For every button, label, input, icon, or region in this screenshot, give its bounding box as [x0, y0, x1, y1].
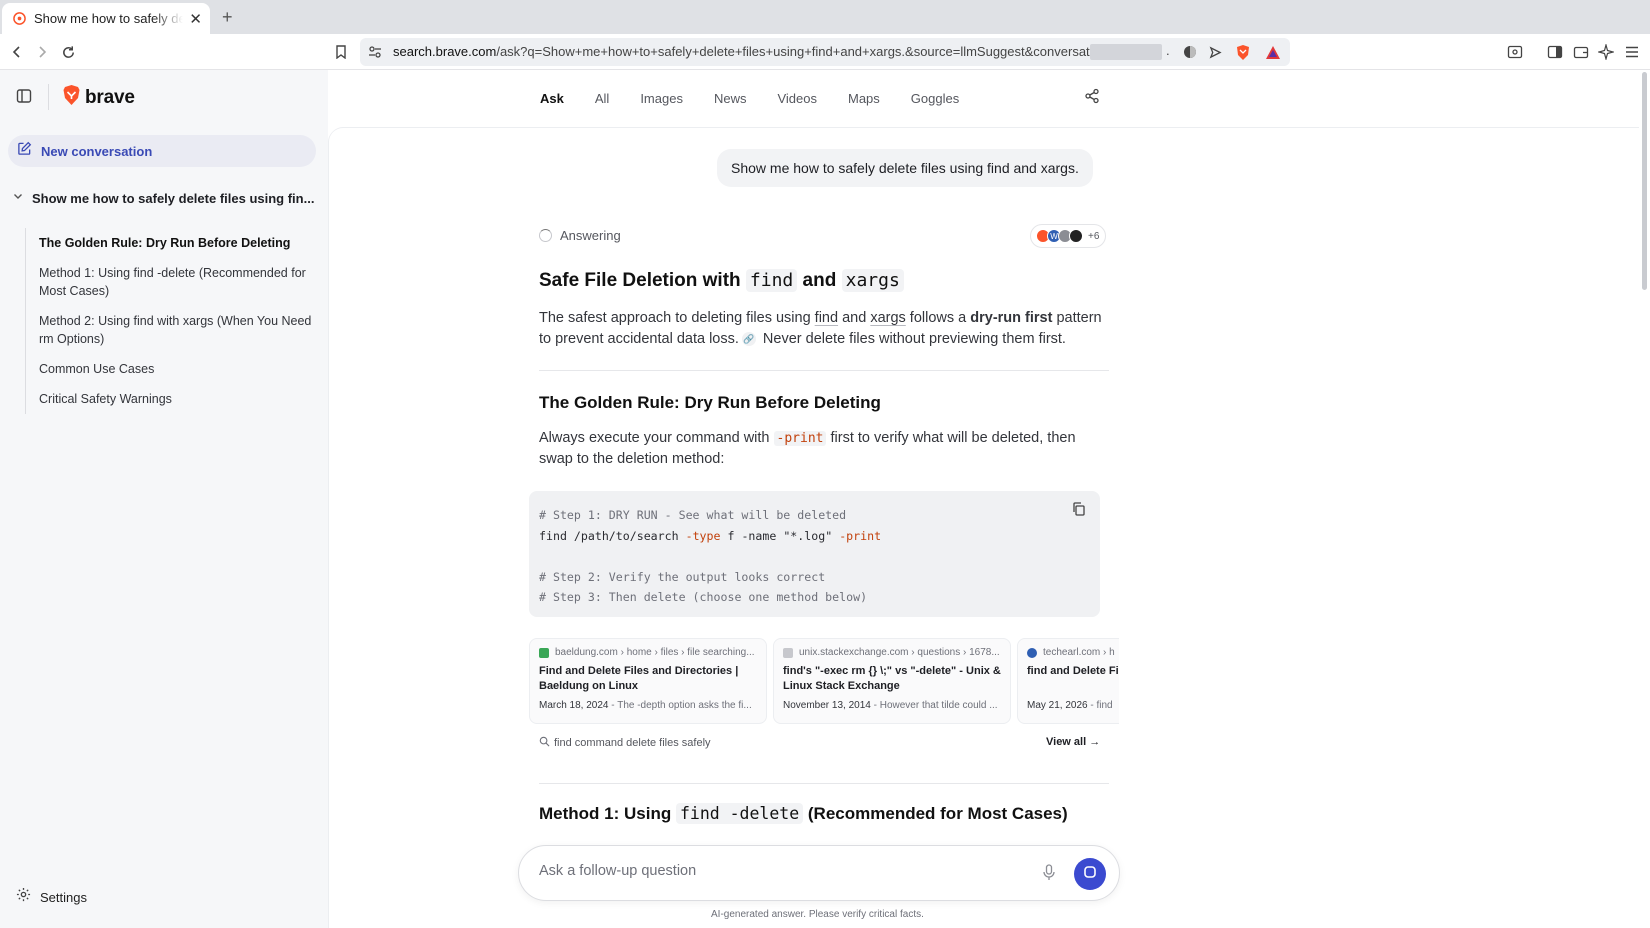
menu-icon[interactable]: [1621, 41, 1643, 63]
gear-icon: [16, 887, 31, 907]
toc-item-method-2[interactable]: Method 2: Using find with xargs (When Yo…: [26, 306, 325, 354]
answer-title: Safe File Deletion with find and xargs: [539, 269, 904, 292]
url-redacted-segment: [1090, 44, 1162, 60]
conversation-item[interactable]: Show me how to safely delete files using…: [12, 185, 318, 211]
sidebar-divider: [48, 84, 49, 110]
new-conversation-label: New conversation: [41, 143, 153, 159]
answering-status: Answering: [539, 228, 621, 243]
followup-box: [518, 845, 1120, 901]
source-card[interactable]: unix.stackexchange.com › questions › 167…: [773, 638, 1011, 724]
toc-item-common-use-cases[interactable]: Common Use Cases: [26, 354, 325, 384]
code-block: # Step 1: DRY RUN - See what will be del…: [529, 491, 1100, 617]
copy-icon[interactable]: [1072, 502, 1088, 518]
tab-news[interactable]: News: [714, 91, 747, 106]
site-settings-icon[interactable]: [364, 41, 386, 63]
arrow-right-icon: →: [1089, 736, 1101, 748]
browser-tab[interactable]: Show me how to safely delete files using…: [2, 3, 210, 34]
ai-disclaimer: AI-generated answer. Please verify criti…: [711, 909, 924, 920]
source-favicon-icon: [1069, 229, 1083, 243]
source-card[interactable]: techearl.com › h find and Delete Fi rm, …: [1017, 638, 1119, 724]
bookmark-icon[interactable]: [330, 41, 352, 63]
forward-icon[interactable]: [31, 41, 53, 63]
brave-logo[interactable]: brave: [62, 84, 135, 111]
reader-mode-icon[interactable]: [1179, 41, 1201, 63]
share-icon[interactable]: [1084, 88, 1104, 108]
stackexchange-favicon-icon: [783, 647, 793, 658]
tab-goggles[interactable]: Goggles: [911, 91, 959, 106]
golden-rule-text: Always execute your command with -print …: [539, 430, 1076, 467]
citation-link-icon[interactable]: 🔗: [741, 332, 756, 346]
source-card[interactable]: baeldung.com › home › files › file searc…: [529, 638, 767, 724]
brave-lion-icon: [62, 84, 81, 111]
scrollbar[interactable]: [1639, 70, 1650, 928]
screenshot-icon[interactable]: [1504, 41, 1526, 63]
sidebar-panel-icon[interactable]: [1544, 41, 1566, 63]
browser-toolbar: search.brave.com/ask?q=Show+me+how+to+sa…: [0, 34, 1650, 70]
sidebar: brave New conversation Show me how to sa…: [0, 70, 328, 928]
tab-maps[interactable]: Maps: [848, 91, 880, 106]
leo-ai-icon[interactable]: [1595, 41, 1617, 63]
tab-close-icon[interactable]: ✕: [189, 10, 202, 28]
related-query-link[interactable]: find command delete files safely: [539, 736, 711, 750]
tab-bar: Show me how to safely delete files using…: [0, 0, 1650, 34]
stop-icon: [1083, 865, 1097, 884]
followup-input[interactable]: [539, 863, 1019, 879]
stop-generating-button[interactable]: [1074, 858, 1106, 890]
section-heading-method-1: Method 1: Using find -delete (Recommende…: [539, 803, 1068, 824]
baeldung-favicon-icon: [539, 647, 549, 658]
back-icon[interactable]: [6, 41, 28, 63]
search-icon: [539, 736, 550, 750]
divider: [539, 783, 1109, 784]
send-icon[interactable]: [1204, 41, 1226, 63]
toc-item-golden-rule[interactable]: The Golden Rule: Dry Run Before Deleting: [26, 228, 325, 258]
toc-item-method-1[interactable]: Method 1: Using find -delete (Recommende…: [26, 258, 325, 306]
edit-icon: [17, 141, 32, 161]
chevron-down-icon[interactable]: [12, 189, 24, 207]
reload-icon[interactable]: [57, 41, 79, 63]
sources-button[interactable]: W +6: [1030, 224, 1107, 248]
settings-button[interactable]: Settings: [16, 887, 87, 907]
settings-label: Settings: [40, 889, 87, 905]
conversation-title: Show me how to safely delete files using…: [32, 190, 315, 206]
search-type-nav: Ask All Images News Videos Maps Goggles: [540, 88, 990, 108]
section-heading-golden-rule: The Golden Rule: Dry Run Before Deleting: [539, 393, 881, 412]
brave-shields-icon[interactable]: [1232, 41, 1254, 63]
sidebar-toggle-icon[interactable]: [16, 88, 34, 106]
wallet-icon[interactable]: [1570, 41, 1592, 63]
tab-videos[interactable]: Videos: [777, 91, 817, 106]
status-label: Answering: [560, 228, 621, 243]
url-text: search.brave.com/ask?q=Show+me+how+to+sa…: [393, 44, 1115, 59]
brave-rewards-icon[interactable]: [1262, 41, 1284, 63]
view-all-link[interactable]: View all →: [1046, 736, 1100, 748]
new-tab-icon[interactable]: +: [222, 7, 233, 28]
user-query-bubble: Show me how to safely delete files using…: [717, 149, 1093, 187]
tab-ask[interactable]: Ask: [540, 91, 564, 106]
tab-title: Show me how to safely delete files using…: [34, 11, 184, 26]
tab-all[interactable]: All: [595, 91, 609, 106]
scrollbar-thumb[interactable]: [1642, 72, 1647, 290]
toc-item-safety-warnings[interactable]: Critical Safety Warnings: [26, 384, 325, 414]
wordpress-favicon-icon: [1027, 647, 1037, 658]
brave-search-favicon-icon: [12, 12, 26, 26]
divider: [539, 370, 1109, 371]
loading-spinner-icon: [539, 229, 552, 242]
new-conversation-button[interactable]: New conversation: [8, 135, 316, 167]
answer-intro: The safest approach to deleting files us…: [539, 310, 1102, 347]
related-query-text: find command delete files safely: [554, 737, 711, 749]
table-of-contents: The Golden Rule: Dry Run Before Deleting…: [25, 228, 325, 414]
url-tail: .: [1166, 43, 1170, 58]
logo-text: brave: [85, 86, 135, 108]
microphone-icon[interactable]: [1042, 864, 1058, 882]
address-bar[interactable]: search.brave.com/ask?q=Show+me+how+to+sa…: [360, 38, 1290, 66]
source-cards: baeldung.com › home › files › file searc…: [529, 638, 1119, 724]
tab-images[interactable]: Images: [640, 91, 683, 106]
sources-more-count: +6: [1088, 230, 1100, 242]
